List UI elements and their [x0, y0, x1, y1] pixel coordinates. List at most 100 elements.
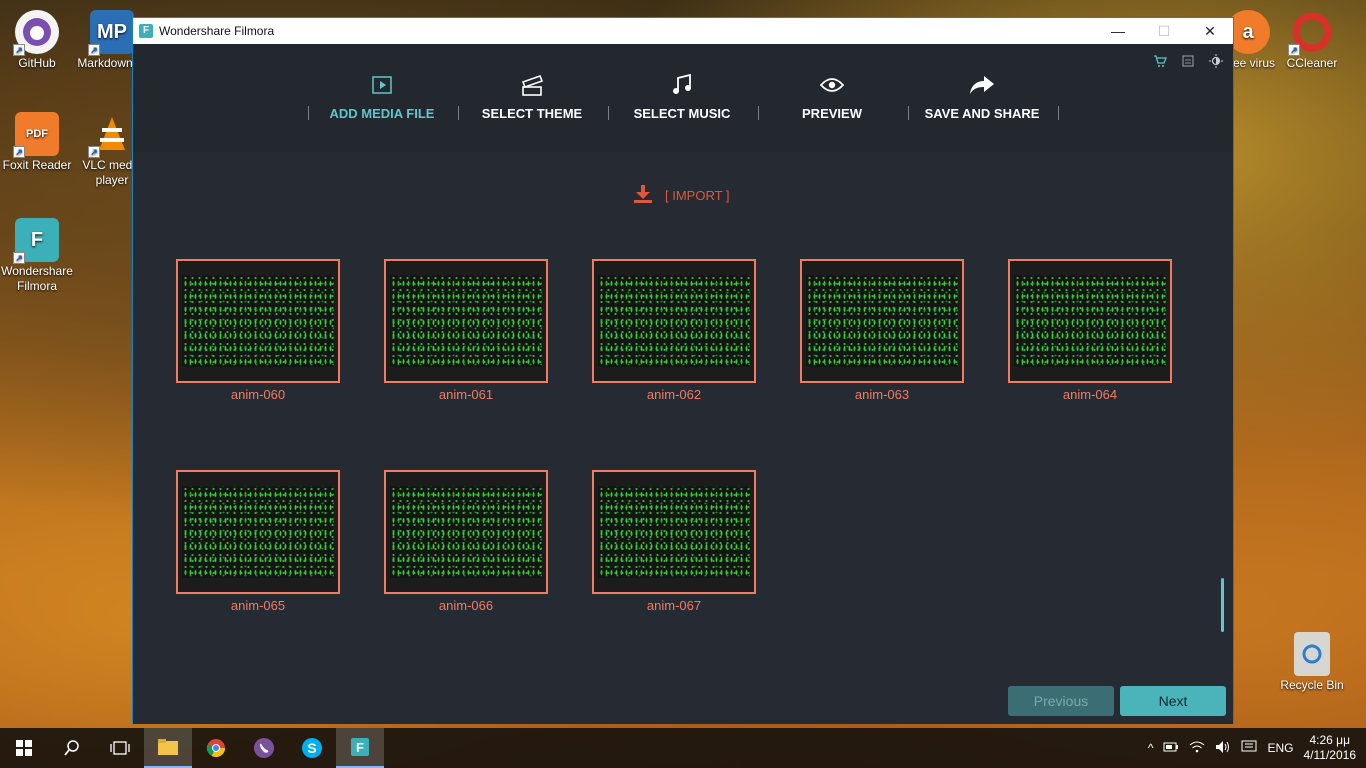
battery-icon[interactable]	[1163, 741, 1179, 756]
folder-icon	[158, 739, 178, 755]
thumbnail-preview	[390, 275, 542, 367]
windows-icon	[16, 740, 32, 756]
steps: ADD MEDIA FILE SELECT THEME SELECT MUSIC…	[307, 72, 1057, 121]
thumbnail-preview	[598, 275, 750, 367]
start-button[interactable]	[0, 728, 48, 768]
tab-add-media-file[interactable]: ADD MEDIA FILE	[307, 72, 457, 121]
filmora-window: F Wondershare Filmora — ☐ ✕ ADD MEDIA FI…	[132, 17, 1234, 724]
eye-icon	[757, 72, 907, 98]
desktop-icon-label: Wondershare Filmora	[1, 264, 73, 293]
minimize-button[interactable]: —	[1095, 18, 1141, 44]
svg-text:F: F	[356, 740, 364, 755]
window-controls: — ☐ ✕	[1095, 18, 1233, 44]
wifi-icon[interactable]	[1189, 740, 1205, 757]
vlc-icon: ↗	[88, 112, 134, 158]
taskbar-viber[interactable]	[240, 728, 288, 768]
cart-icon[interactable]	[1153, 54, 1167, 68]
taskbar-skype[interactable]: S	[288, 728, 336, 768]
media-label: anim-060	[230, 387, 286, 402]
media-thumbnail[interactable]	[384, 470, 548, 594]
menu-icon[interactable]	[1181, 54, 1195, 68]
media-icon	[307, 72, 457, 98]
markdownpad-icon: MP ↗	[88, 10, 134, 56]
language-indicator[interactable]: ENG	[1267, 741, 1293, 755]
close-button[interactable]: ✕	[1187, 18, 1233, 44]
media-thumbnail[interactable]	[800, 259, 964, 383]
taskbar-chrome[interactable]	[192, 728, 240, 768]
filmora-icon: F	[351, 738, 369, 756]
search-button[interactable]	[48, 728, 96, 768]
next-button[interactable]: Next	[1120, 686, 1226, 716]
step-label: SELECT THEME	[481, 106, 583, 121]
tab-select-theme[interactable]: SELECT THEME	[457, 72, 607, 121]
media-label: anim-066	[438, 598, 494, 613]
previous-button[interactable]: Previous	[1008, 686, 1114, 716]
desktop-icon-ccleaner[interactable]: ↗ CCleaner	[1272, 10, 1352, 71]
thumbnail-preview	[598, 486, 750, 578]
divider	[758, 106, 759, 120]
task-view-button[interactable]	[96, 728, 144, 768]
maximize-button[interactable]: ☐	[1141, 18, 1187, 44]
desktop-icon-foxit[interactable]: PDF ↗ Foxit Reader	[0, 112, 77, 173]
window-title: Wondershare Filmora	[159, 24, 275, 38]
thumbnail-preview	[1014, 275, 1166, 367]
thumbnail-preview	[182, 275, 334, 367]
scrollbar[interactable]	[1221, 578, 1224, 632]
tab-preview[interactable]: PREVIEW	[757, 72, 907, 121]
search-icon	[64, 740, 79, 756]
tab-select-music[interactable]: SELECT MUSIC	[607, 72, 757, 121]
taskbar: S F ^ ENG 4:26 μμ 4/11/2016	[0, 728, 1366, 768]
clock-date: 4/11/2016	[1303, 748, 1357, 762]
thumbnail-preview	[806, 275, 958, 367]
clock[interactable]: 4:26 μμ 4/11/2016	[1304, 733, 1357, 763]
taskbar-file-explorer[interactable]	[144, 728, 192, 768]
notifications-icon[interactable]	[1241, 740, 1257, 757]
media-thumbnail[interactable]	[176, 259, 340, 383]
chevron-up-icon[interactable]: ^	[1148, 741, 1154, 755]
volume-icon[interactable]	[1215, 740, 1231, 757]
utility-icons	[1153, 54, 1223, 68]
recycle-bin-icon	[1294, 632, 1330, 676]
skype-icon: S	[302, 738, 322, 758]
media-label: anim-061	[438, 387, 494, 402]
github-icon: ↗	[13, 10, 59, 56]
chrome-icon	[206, 739, 225, 758]
system-tray: ^ ENG 4:26 μμ 4/11/2016	[1148, 728, 1366, 768]
media-label: anim-067	[646, 598, 702, 613]
media-thumbnail[interactable]	[592, 259, 756, 383]
divider	[908, 106, 909, 120]
media-label: anim-065	[230, 598, 286, 613]
desktop-icon-filmora[interactable]: F ↗ Wondershare Filmora	[0, 218, 77, 294]
media-thumbnail[interactable]	[384, 259, 548, 383]
media-thumbnail[interactable]	[176, 470, 340, 594]
divider	[308, 106, 309, 120]
step-label: SELECT MUSIC	[633, 106, 731, 121]
ccleaner-icon: ↗	[1288, 10, 1334, 56]
desktop-icon-label: Recycle Bin	[1280, 678, 1344, 692]
divider	[608, 106, 609, 120]
tab-save-and-share[interactable]: SAVE AND SHARE	[907, 72, 1057, 121]
media-thumbnail[interactable]	[592, 470, 756, 594]
media-area: [ IMPORT ] anim-060 anim-061 anim-062 an…	[133, 152, 1233, 724]
media-label: anim-064	[1062, 387, 1118, 402]
import-button[interactable]: [ IMPORT ]	[633, 184, 730, 207]
desktop-icon-github[interactable]: ↗ GitHub	[0, 10, 77, 71]
desktop-icon-label: GitHub	[18, 56, 56, 70]
desktop-icon-label: Foxit Reader	[2, 158, 72, 172]
desktop-icon-label: CCleaner	[1286, 56, 1338, 70]
thumbnail-preview	[182, 486, 334, 578]
media-label: anim-063	[854, 387, 910, 402]
media-thumbnail[interactable]	[1008, 259, 1172, 383]
viber-icon	[254, 738, 274, 758]
svg-text:S: S	[307, 740, 316, 756]
task-view-icon	[110, 741, 130, 755]
step-navigation: ADD MEDIA FILE SELECT THEME SELECT MUSIC…	[133, 44, 1233, 152]
share-icon	[907, 72, 1057, 98]
media-label: anim-062	[646, 387, 702, 402]
import-label: [ IMPORT ]	[665, 188, 730, 203]
brightness-icon[interactable]	[1209, 54, 1223, 68]
thumbnail-preview	[390, 486, 542, 578]
filmora-app-icon: F	[139, 24, 153, 38]
desktop-icon-recycle-bin[interactable]: Recycle Bin	[1272, 632, 1352, 693]
taskbar-filmora[interactable]: F	[336, 728, 384, 768]
